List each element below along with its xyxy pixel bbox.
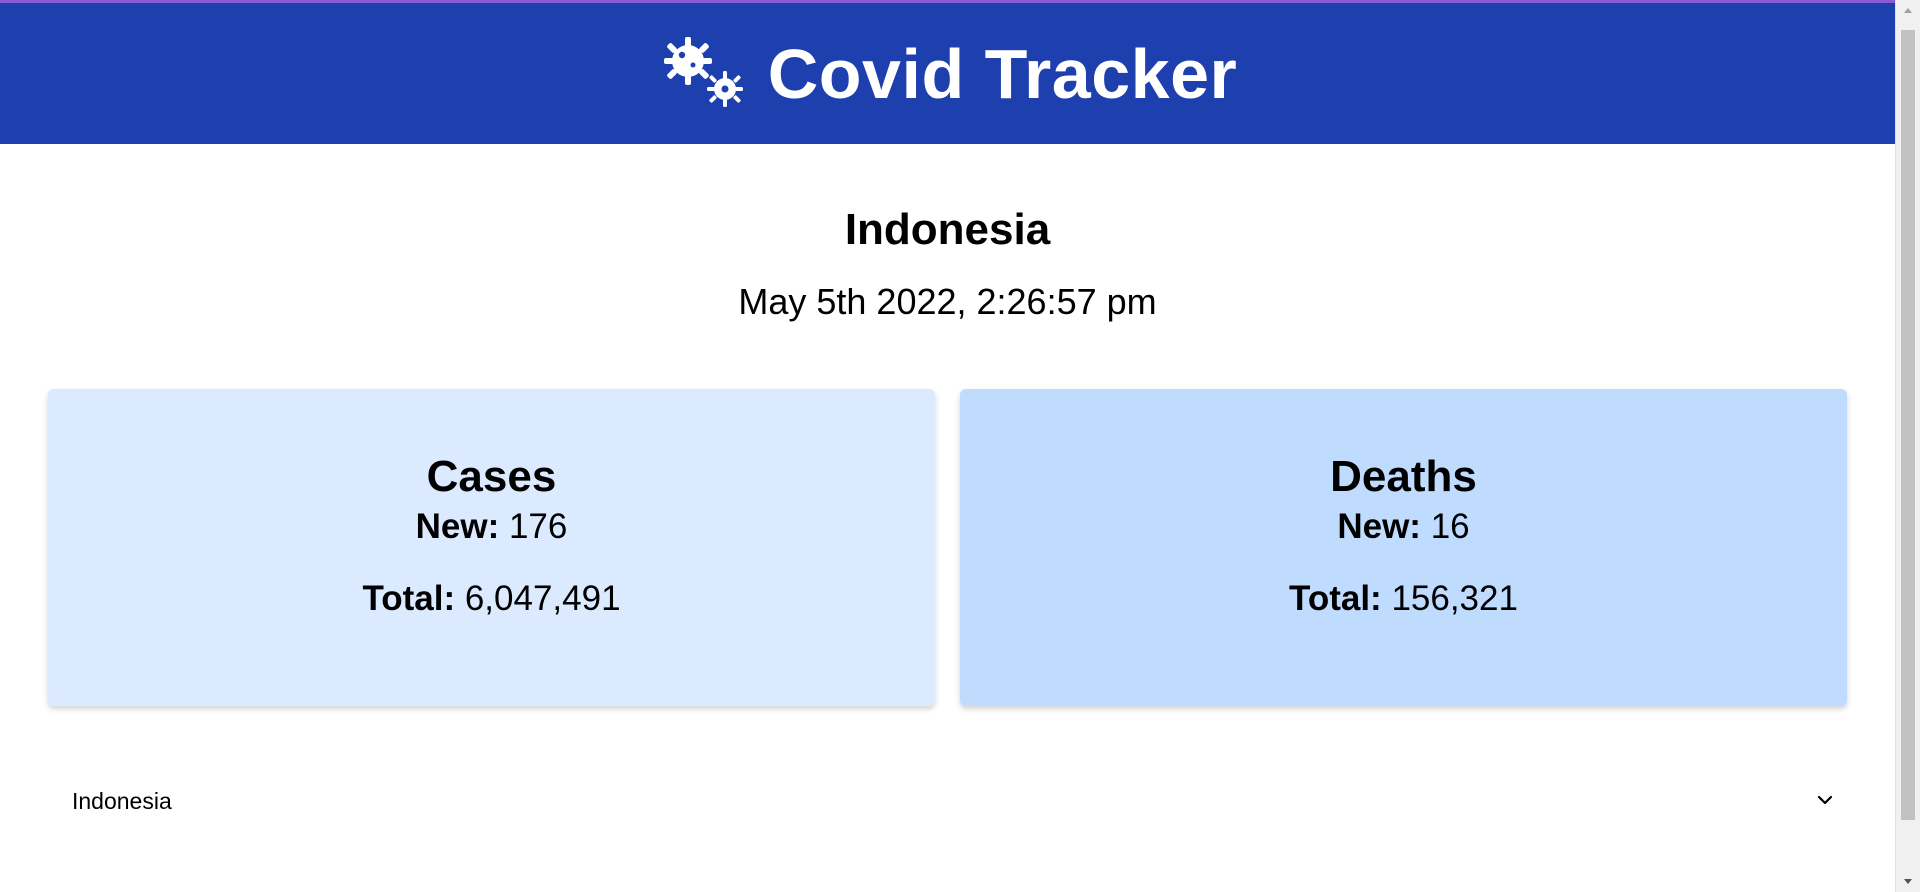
cases-card: Cases New: 176 Total: 6,047,491: [48, 389, 935, 706]
deaths-new-value: 16: [1430, 507, 1470, 546]
cases-total-row: Total: 6,047,491: [48, 581, 935, 616]
deaths-new-label: New:: [1337, 507, 1421, 546]
cases-new-value: 176: [508, 507, 568, 546]
deaths-total-label: Total:: [1289, 579, 1382, 618]
scroll-up-arrow-icon: [1904, 8, 1912, 13]
cases-title: Cases: [426, 452, 557, 501]
app-header: Covid Tracker: [0, 3, 1895, 144]
deaths-card: Deaths New: 16 Total: 156,321: [960, 389, 1847, 706]
main-content: Indonesia May 5th 2022, 2:26:57 pm Cases…: [0, 144, 1895, 892]
country-heading: Indonesia: [844, 205, 1051, 254]
cases-new-row: New: 176: [48, 509, 935, 544]
vertical-scrollbar[interactable]: [1895, 0, 1920, 892]
scroll-down-arrow-icon: [1904, 879, 1912, 884]
app-title: Covid Tracker: [767, 34, 1238, 113]
scroll-down-button[interactable]: [1896, 872, 1920, 892]
deaths-new-row: New: 16: [960, 509, 1847, 544]
scroll-up-button[interactable]: [1896, 0, 1920, 20]
chevron-down-icon: [1817, 795, 1833, 805]
brand: Covid Tracker: [658, 35, 1238, 113]
cases-new-label: New:: [415, 507, 500, 546]
cases-total-value: 6,047,491: [464, 579, 621, 618]
deaths-title: Deaths: [1330, 452, 1477, 501]
deaths-total-value: 156,321: [1391, 579, 1518, 618]
virus-icon: [663, 36, 743, 107]
country-select[interactable]: Indonesia: [48, 766, 1846, 836]
cases-total-label: Total:: [362, 579, 456, 618]
deaths-total-row: Total: 156,321: [960, 581, 1847, 616]
country-select-value: Indonesia: [72, 787, 172, 814]
scroll-thumb[interactable]: [1901, 30, 1915, 820]
last-updated-timestamp: May 5th 2022, 2:26:57 pm: [738, 281, 1157, 322]
